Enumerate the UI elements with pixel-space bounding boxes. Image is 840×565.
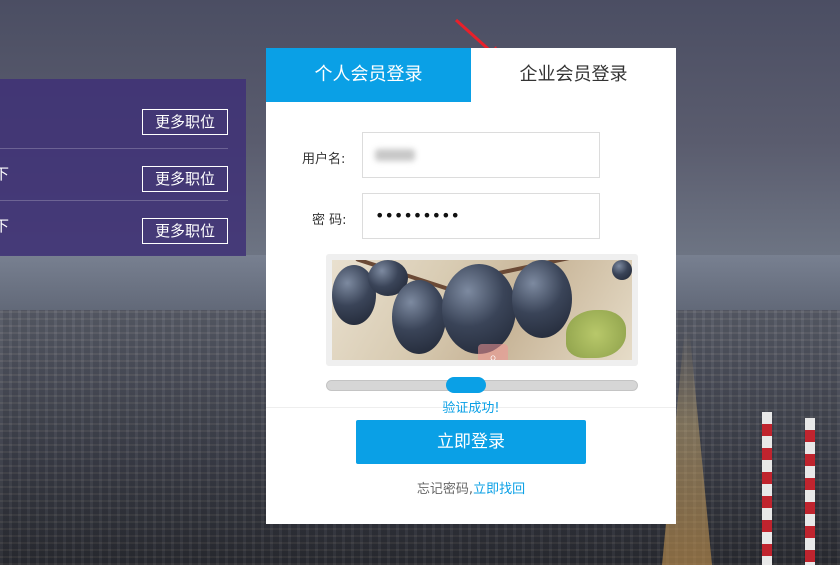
- job-list-panel: 更多职位 下 更多职位 下 更多职位: [0, 79, 246, 256]
- captcha-leaf: [566, 310, 626, 358]
- verify-status-text: 验证成功!: [442, 401, 500, 416]
- username-label: 用户名:: [302, 152, 346, 167]
- job-row-text: 下: [0, 165, 10, 183]
- captcha-frame: ⌕: [326, 254, 638, 366]
- password-label: 密 码:: [312, 213, 347, 228]
- background-chimney: [805, 418, 815, 565]
- captcha-grape: [392, 280, 446, 354]
- tab-enterprise-login[interactable]: 企业会员登录: [471, 48, 676, 102]
- captcha-grape: [442, 264, 516, 354]
- captcha-grape: [612, 260, 632, 280]
- more-jobs-button[interactable]: 更多职位: [142, 166, 228, 192]
- puzzle-magnifier-icon: ⌕: [478, 344, 508, 360]
- login-card: 个人会员登录 企业会员登录 用户名: 密 码: ••••••••• ⌕ 验证成功…: [266, 48, 676, 524]
- captcha-grape: [512, 260, 572, 338]
- job-row: 下 更多职位: [0, 149, 228, 201]
- recover-password-link[interactable]: 立即找回: [473, 482, 525, 497]
- forgot-password-line: 忘记密码,立即找回: [266, 478, 676, 497]
- job-row: 下 更多职位: [0, 201, 228, 253]
- more-jobs-button[interactable]: 更多职位: [142, 218, 228, 244]
- forgot-password-text: 忘记密码,: [416, 482, 474, 497]
- background-chimney: [762, 412, 772, 565]
- username-value-redacted: [375, 149, 415, 161]
- more-jobs-button[interactable]: 更多职位: [142, 109, 228, 135]
- job-row: 更多职位: [0, 97, 228, 149]
- login-submit-button[interactable]: 立即登录: [356, 420, 586, 464]
- password-value: •••••••••: [375, 206, 460, 225]
- login-tabs: 个人会员登录 企业会员登录: [266, 48, 676, 102]
- username-field[interactable]: [362, 132, 600, 178]
- tab-personal-login[interactable]: 个人会员登录: [266, 48, 471, 102]
- captcha-image: ⌕: [332, 260, 632, 360]
- password-field[interactable]: •••••••••: [362, 193, 600, 239]
- job-row-text: 下: [0, 217, 10, 235]
- captcha-slider-handle[interactable]: [446, 377, 486, 393]
